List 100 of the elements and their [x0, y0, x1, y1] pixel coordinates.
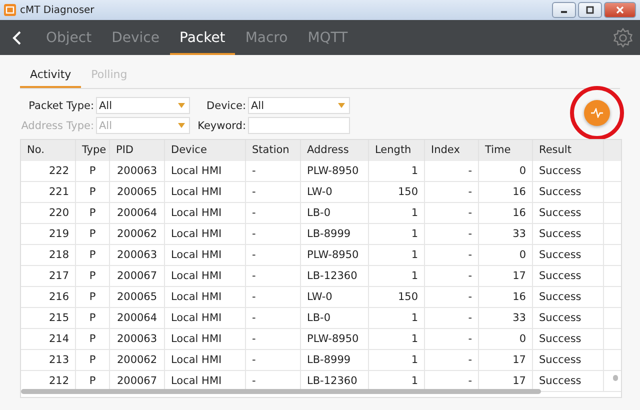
table-cell: 200064: [116, 312, 158, 324]
column-header[interactable]: Time: [479, 140, 533, 161]
table-cell: Success: [539, 228, 582, 240]
close-button[interactable]: [604, 2, 636, 18]
table-cell: 200062: [116, 228, 158, 240]
table-cell: P: [89, 270, 96, 282]
table-cell: 17: [512, 354, 526, 366]
maximize-button[interactable]: [578, 2, 602, 18]
back-icon[interactable]: [12, 30, 22, 44]
table-cell: -: [252, 291, 256, 303]
column-header[interactable]: Index: [425, 140, 479, 161]
table-cell: Local HMI: [171, 291, 222, 303]
table-cell: -: [252, 375, 256, 387]
table-cell: P: [89, 375, 96, 387]
table-cell: 16: [512, 291, 526, 303]
table-cell: PLW-8950: [307, 165, 359, 177]
table-cell: -: [468, 354, 472, 366]
filter-label: Packet Type:: [28, 100, 94, 112]
table-cell: 1: [411, 249, 418, 261]
table-cell: PLW-8950: [307, 249, 359, 261]
table-cell: LB-12360: [307, 375, 358, 387]
column-header[interactable]: Length: [369, 140, 425, 161]
table-cell: -: [468, 375, 472, 387]
table-cell: LW-0: [307, 186, 332, 198]
column-header[interactable]: No.: [21, 140, 76, 161]
table-cell: Success: [539, 291, 582, 303]
table-cell: Local HMI: [171, 207, 222, 219]
table-cell: 1: [411, 354, 418, 366]
table-cell: 212: [48, 375, 69, 387]
table-cell: P: [89, 333, 96, 345]
table-cell: 33: [512, 312, 526, 324]
column-header[interactable]: Address: [301, 140, 369, 161]
column-header[interactable]: Result: [533, 140, 604, 161]
table-cell: P: [89, 312, 96, 324]
table-cell: -: [252, 354, 256, 366]
filter-label: Address Type:: [21, 120, 94, 132]
table-cell: 217: [48, 270, 69, 282]
table-cell: 33: [512, 228, 526, 240]
dropdown[interactable]: All: [96, 97, 190, 114]
table-cell: 1: [411, 207, 418, 219]
caret-icon: [178, 123, 185, 128]
table-cell: LW-0: [307, 291, 332, 303]
caret-icon: [178, 103, 185, 108]
maximize-icon: [585, 6, 595, 14]
table-cell: 218: [48, 249, 69, 261]
table-cell: 1: [411, 312, 418, 324]
table-cell: -: [252, 228, 256, 240]
table-cell: 219: [48, 228, 69, 240]
table-cell: Local HMI: [171, 312, 222, 324]
table-cell: -: [468, 312, 472, 324]
table-cell: 0: [519, 165, 526, 177]
table-cell: Success: [539, 270, 582, 282]
app-icon: [4, 4, 16, 16]
table-cell: 200062: [116, 354, 158, 366]
column-header[interactable]: Station: [246, 140, 301, 161]
table-cell: Local HMI: [171, 333, 222, 345]
table-cell: -: [468, 207, 472, 219]
table-cell: 16: [512, 186, 526, 198]
table-cell: -: [468, 291, 472, 303]
table-cell: 200065: [116, 186, 158, 198]
table-cell: 200063: [116, 333, 158, 345]
tab[interactable]: Packet: [170, 20, 236, 55]
table-cell: 216: [48, 291, 69, 303]
table-cell: -: [252, 312, 256, 324]
table-cell: P: [89, 249, 96, 261]
column-header[interactable]: PID: [110, 140, 165, 161]
table-cell: Local HMI: [171, 165, 222, 177]
filter-label: Keyword:: [198, 120, 246, 132]
keyword-field[interactable]: [248, 117, 350, 134]
table-cell: -: [252, 333, 256, 345]
sub-tab[interactable]: Activity: [20, 64, 82, 88]
minimize-button[interactable]: [552, 2, 576, 18]
table-cell: 200063: [116, 249, 158, 261]
scrollbar-thumb[interactable]: [21, 389, 541, 394]
table-cell: -: [468, 333, 472, 345]
dropdown[interactable]: All: [248, 97, 350, 114]
settings-icon[interactable]: [612, 26, 634, 48]
table-cell: 222: [48, 165, 69, 177]
table-cell: LB-0: [307, 312, 331, 324]
scrollbar-thumb[interactable]: [613, 375, 618, 381]
table-cell: P: [89, 291, 96, 303]
window-title: cMT Diagnoser: [20, 4, 94, 16]
table-cell: 214: [48, 333, 69, 345]
table-cell: Local HMI: [171, 375, 222, 387]
filter-label: Device:: [206, 100, 246, 112]
close-icon: [615, 6, 625, 14]
table-cell: P: [89, 228, 96, 240]
table-cell: 200067: [116, 375, 158, 387]
table-cell: LB-8999: [307, 354, 351, 366]
column-header[interactable]: Device: [165, 140, 246, 161]
table-cell: -: [252, 270, 256, 282]
table-cell: 17: [512, 375, 526, 387]
column-header[interactable]: Type: [76, 140, 110, 161]
table-cell: 215: [48, 312, 69, 324]
activity-button[interactable]: [584, 100, 610, 126]
table-cell: Success: [539, 249, 582, 261]
pulse-icon: [591, 108, 603, 118]
table-cell: Success: [539, 375, 582, 387]
table-cell: Local HMI: [171, 186, 222, 198]
table-cell: 0: [519, 249, 526, 261]
